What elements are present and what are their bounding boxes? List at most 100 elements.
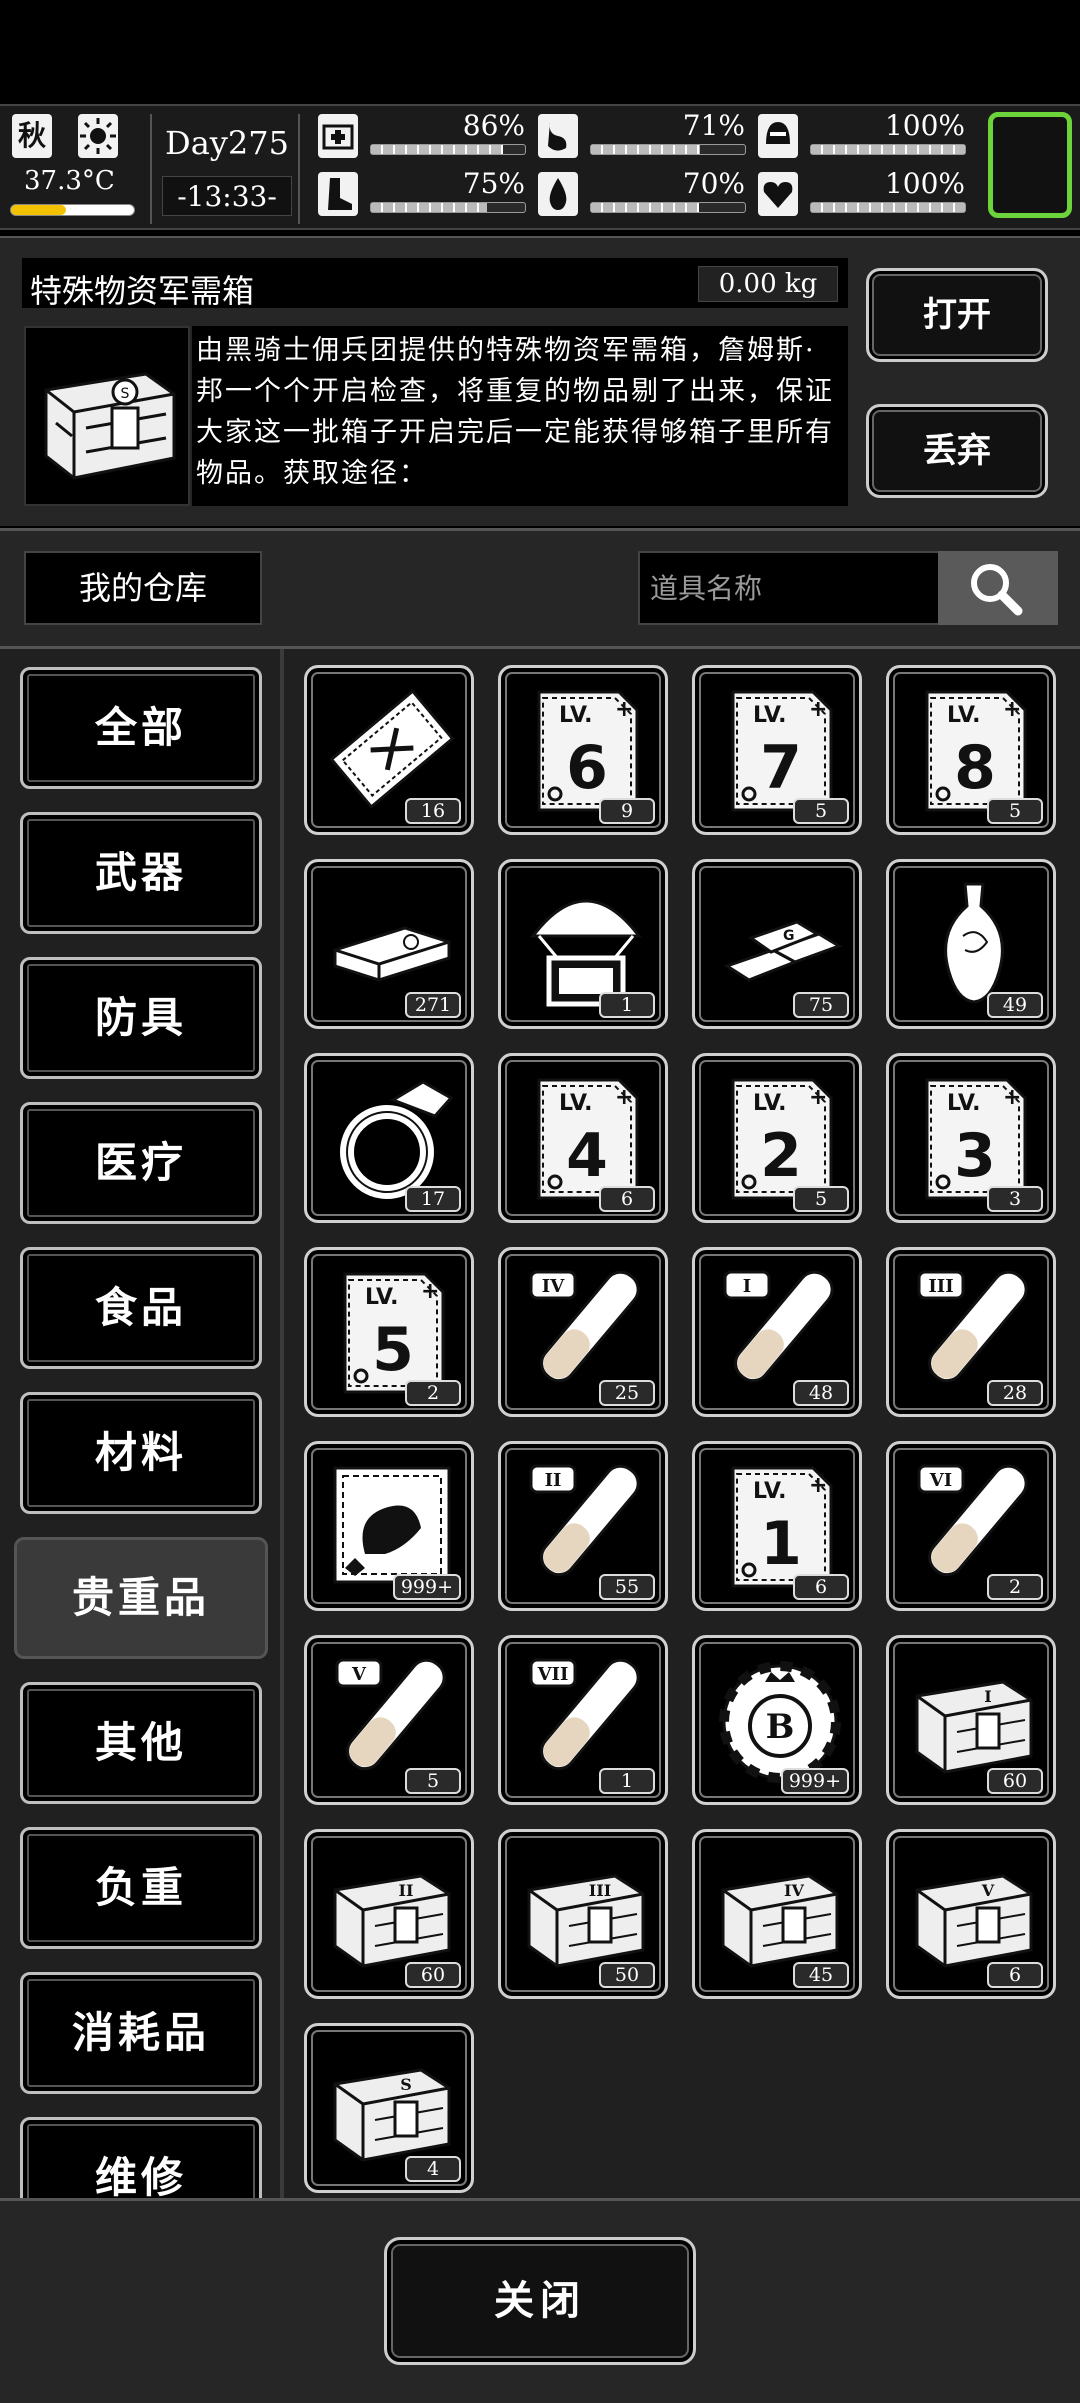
category-8[interactable]: 负重 <box>20 1827 262 1949</box>
stomach-icon <box>538 114 578 158</box>
svg-text:3: 3 <box>954 1121 996 1191</box>
item-slot[interactable]: LV. +2 5 <box>692 1053 862 1223</box>
cash-stack-icon <box>325 876 459 1010</box>
category-7[interactable]: 其他 <box>20 1682 262 1804</box>
svg-text:8: 8 <box>954 733 996 803</box>
stat-bar <box>590 144 746 155</box>
airdrop-icon <box>519 876 653 1010</box>
item-count: 1 <box>599 1768 655 1794</box>
item-slot[interactable]: VI 2 <box>886 1441 1056 1611</box>
item-slot[interactable]: V5 <box>304 1635 474 1805</box>
category-3[interactable]: 医疗 <box>20 1102 262 1224</box>
item-grid[interactable]: 16 LV. +6 9 LV. +7 5 LV. +8 5 271 1 G 75 49 17 LV. +4 6 LV.… <box>290 649 1080 2201</box>
category-2[interactable]: 防具 <box>20 957 262 1079</box>
warehouse-tab[interactable]: 我的仓库 <box>24 551 262 625</box>
item-slot[interactable]: II 60 <box>304 1829 474 1999</box>
stat-value: 86% <box>462 109 525 142</box>
svg-text:6: 6 <box>566 733 608 803</box>
stat-value: 71% <box>682 109 745 142</box>
item-slot[interactable]: I 60 <box>886 1635 1056 1805</box>
svg-text:5: 5 <box>372 1315 414 1385</box>
item-slot[interactable]: LV. +1 6 <box>692 1441 862 1611</box>
item-slot[interactable]: VII 1 <box>498 1635 668 1805</box>
svg-text:III: III <box>589 1881 611 1900</box>
item-description: 由黑骑士佣兵团提供的特殊物资军需箱，詹姆斯·邦一个个开启检查，将重复的物品剔了出… <box>196 335 834 489</box>
day-counter: Day275 <box>165 124 289 162</box>
svg-text:III: III <box>928 1276 953 1297</box>
category-9[interactable]: 消耗品 <box>20 1972 262 2094</box>
item-slot[interactable]: G 75 <box>692 859 862 1029</box>
svg-text:+: + <box>809 1473 827 1498</box>
item-slot[interactable]: II 55 <box>498 1441 668 1611</box>
svg-text:I: I <box>743 1276 751 1297</box>
item-slot[interactable]: 271 <box>304 859 474 1029</box>
inventory-area: 全部 武器 防具 医疗 食品 材料 贵重品 其他 负重 消耗品 维修 16 LV. +6 9 LV. +7 5 L… <box>0 646 1080 2201</box>
skill-book-lv6-icon: LV. +6 <box>519 682 653 816</box>
item-count: 50 <box>599 1962 655 1988</box>
svg-text:+: + <box>809 697 827 722</box>
crate-ii-icon: II <box>325 1846 459 1980</box>
item-slot[interactable]: I 48 <box>692 1247 862 1417</box>
search-button[interactable] <box>938 551 1058 625</box>
open-button[interactable]: 打开 <box>866 268 1048 362</box>
test-tube-v-icon: V <box>325 1652 459 1786</box>
item-slot[interactable]: LV. +6 9 <box>498 665 668 835</box>
crate-v-icon: V <box>907 1846 1041 1980</box>
skill-book-lv1-icon: LV. +1 <box>713 1458 847 1592</box>
category-10[interactable]: 维修 <box>20 2117 262 2201</box>
casino-chip-icon: B <box>713 1652 847 1786</box>
item-slot[interactable]: LV. +5 2 <box>304 1247 474 1417</box>
close-button[interactable]: 关闭 <box>384 2237 696 2365</box>
equipped-slot[interactable] <box>988 112 1072 218</box>
item-slot[interactable]: LV. +4 6 <box>498 1053 668 1223</box>
item-slot[interactable]: III 28 <box>886 1247 1056 1417</box>
category-5[interactable]: 材料 <box>20 1392 262 1514</box>
item-slot[interactable]: 49 <box>886 859 1056 1029</box>
item-slot[interactable]: III 50 <box>498 1829 668 1999</box>
temperature-text: 37.3°C <box>24 166 115 196</box>
item-slot[interactable]: V6 <box>886 1829 1056 1999</box>
svg-text:LV.: LV. <box>559 1091 593 1116</box>
item-slot[interactable]: IV 45 <box>692 1829 862 1999</box>
category-0[interactable]: 全部 <box>20 667 262 789</box>
day-clock: Day275 -13:33- <box>150 114 300 224</box>
item-slot[interactable]: IV 25 <box>498 1247 668 1417</box>
item-slot[interactable]: 1 <box>498 859 668 1029</box>
stat-health: 86% <box>318 112 533 160</box>
svg-text:S: S <box>400 2075 412 2094</box>
item-slot[interactable]: S4 <box>304 2023 474 2193</box>
stat-mood: 100% <box>758 170 973 218</box>
item-count: 45 <box>793 1962 849 1988</box>
item-slot[interactable]: 16 <box>304 665 474 835</box>
category-6[interactable]: 贵重品 <box>14 1537 268 1659</box>
item-slot[interactable]: B 999+ <box>692 1635 862 1805</box>
item-description-box[interactable]: 由黑骑士佣兵团提供的特殊物资军需箱，詹姆斯·邦一个个开启检查，将重复的物品剔了出… <box>192 326 848 506</box>
svg-text:I: I <box>984 1687 991 1706</box>
svg-text:LV.: LV. <box>559 703 593 728</box>
category-4[interactable]: 食品 <box>20 1247 262 1369</box>
item-slot[interactable]: LV. +3 3 <box>886 1053 1056 1223</box>
item-count: 60 <box>405 1962 461 1988</box>
item-slot[interactable]: LV. +8 5 <box>886 665 1056 835</box>
stat-bar-fill <box>371 145 525 154</box>
discard-button[interactable]: 丢弃 <box>866 404 1048 498</box>
crate-iv-icon: IV <box>713 1846 847 1980</box>
item-count: 5 <box>793 1186 849 1212</box>
stat-bar-fill <box>811 145 965 154</box>
item-count: 6 <box>987 1962 1043 1988</box>
item-slot[interactable]: 17 <box>304 1053 474 1223</box>
item-slot[interactable]: 999+ <box>304 1441 474 1611</box>
svg-text:B: B <box>766 1707 795 1747</box>
gold-bars-icon: G <box>713 876 847 1010</box>
stat-value: 70% <box>682 167 745 200</box>
category-1[interactable]: 武器 <box>20 812 262 934</box>
test-tube-i-icon: I <box>713 1264 847 1398</box>
svg-text:G: G <box>783 928 795 944</box>
stat-armor: 100% <box>758 112 973 160</box>
svg-text:V: V <box>981 1881 995 1900</box>
category-list[interactable]: 全部武器防具医疗食品材料贵重品其他负重消耗品维修 <box>0 649 284 2201</box>
helmet-icon <box>758 114 798 158</box>
item-slot[interactable]: LV. +7 5 <box>692 665 862 835</box>
search-input[interactable] <box>638 551 938 625</box>
item-count: 3 <box>987 1186 1043 1212</box>
